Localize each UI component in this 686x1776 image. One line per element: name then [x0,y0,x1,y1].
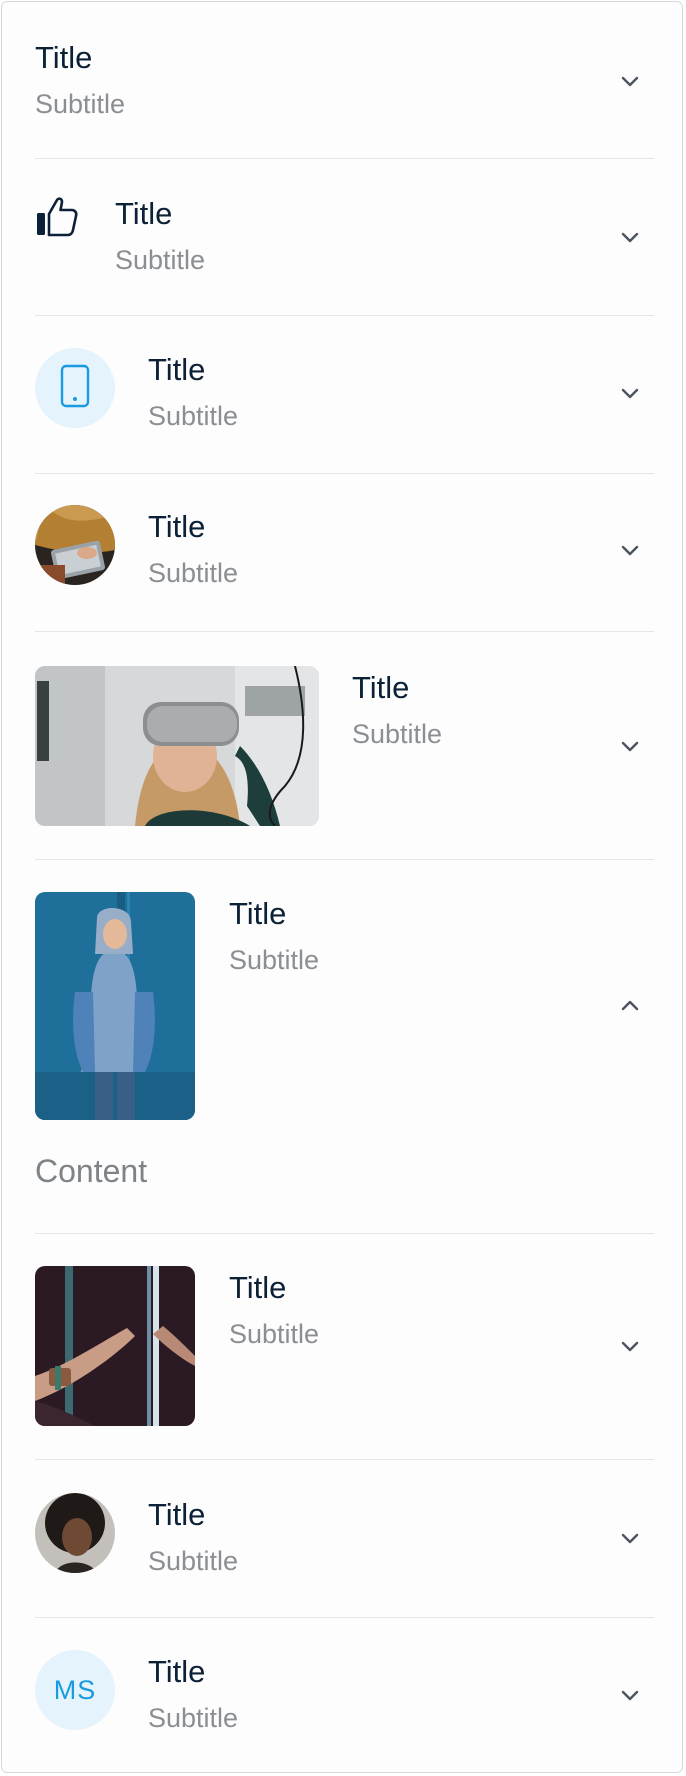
list-item-expanded[interactable]: Title Subtitle Content [35,892,654,1202]
phone-icon [60,364,90,413]
chevron-down-icon[interactable] [616,223,644,251]
item-title: Title [229,1270,287,1305]
list-item[interactable]: MS Title Subtitle [35,1650,654,1740]
phone-icon-avatar [35,348,115,428]
item-subtitle: Subtitle [352,719,443,749]
item-title: Title [148,1654,206,1689]
media-thumbnail [35,1266,195,1426]
list-item[interactable]: Title Subtitle [35,192,654,282]
chevron-down-icon[interactable] [616,1332,644,1360]
media-thumbnail [35,892,195,1120]
item-subtitle: Subtitle [115,245,206,275]
item-subtitle: Subtitle [229,945,320,975]
divider [35,1617,654,1618]
item-subtitle: Subtitle [35,89,126,119]
divider [35,315,654,316]
divider [35,1459,654,1460]
list-item[interactable]: Title Subtitle [35,505,654,595]
divider [35,1233,654,1234]
divider [35,158,654,159]
chevron-down-icon[interactable] [616,1524,644,1552]
list-item[interactable]: Title Subtitle [35,36,654,126]
list-item[interactable]: Title Subtitle [35,1493,654,1583]
item-title: Title [35,40,93,75]
item-title: Title [148,352,206,387]
media-thumbnail [35,666,319,826]
avatar [35,1493,115,1573]
item-subtitle: Subtitle [148,401,239,431]
list-item[interactable]: Title Subtitle [35,666,654,826]
item-title: Title [229,896,287,931]
item-content: Content [35,1153,148,1189]
chevron-down-icon[interactable] [616,536,644,564]
avatar-initials: MS [53,1674,97,1705]
chevron-down-icon[interactable] [616,67,644,95]
chevron-down-icon[interactable] [616,1681,644,1709]
list-item[interactable]: Title Subtitle [35,1266,654,1426]
avatar [35,505,115,585]
chevron-down-icon[interactable] [616,732,644,760]
divider [35,859,654,860]
item-title: Title [352,670,410,705]
initials-avatar: MS [35,1650,115,1730]
list-item[interactable]: Title Subtitle [35,348,654,438]
thumbs-up-icon [35,194,79,238]
divider [35,631,654,632]
item-subtitle: Subtitle [148,558,239,588]
accordion-list-card: Title Subtitle Title Subtitle Title Subt… [1,1,683,1773]
divider [35,473,654,474]
chevron-down-icon[interactable] [616,379,644,407]
item-title: Title [148,509,206,544]
item-title: Title [148,1497,206,1532]
item-subtitle: Subtitle [148,1546,239,1576]
item-title: Title [115,196,173,231]
item-subtitle: Subtitle [229,1319,320,1349]
item-subtitle: Subtitle [148,1703,239,1733]
chevron-up-icon[interactable] [616,992,644,1020]
